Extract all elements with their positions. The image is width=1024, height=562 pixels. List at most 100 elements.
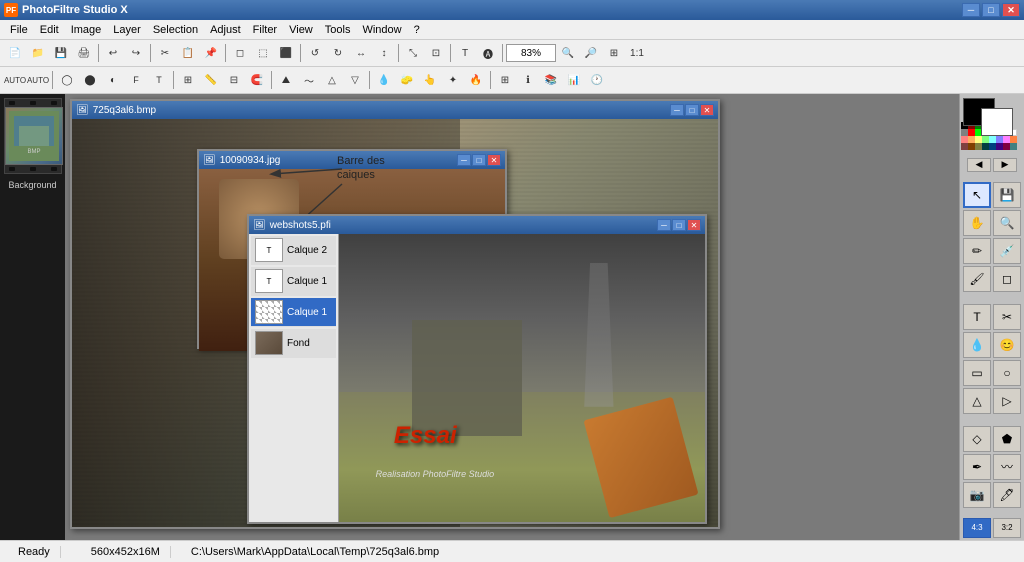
tb-select-all[interactable]: ◻ (229, 42, 251, 64)
menu-edit[interactable]: Edit (34, 22, 65, 38)
tb-fit[interactable]: ⊞ (603, 42, 625, 64)
tb-triangle[interactable]: △ (321, 69, 343, 91)
menu-help[interactable]: ? (408, 22, 426, 38)
tool-eraser[interactable]: ◻ (993, 266, 1021, 292)
pd1[interactable] (961, 143, 968, 150)
tb-paste[interactable]: 📌 (200, 42, 222, 64)
tb-ruler[interactable]: 📏 (200, 69, 222, 91)
tb-zoom-out[interactable]: 🔍 (557, 42, 579, 64)
layer-item-calque1b[interactable]: Calque 1 (251, 298, 336, 327)
tool-camera[interactable]: 📷 (963, 482, 991, 508)
menu-adjust[interactable]: Adjust (204, 22, 247, 38)
tb-resize[interactable]: ⤡ (402, 42, 424, 64)
tb-rotate-left[interactable]: ↺ (304, 42, 326, 64)
tb-burn[interactable]: 🔥 (465, 69, 487, 91)
tb-new[interactable]: 📄 (4, 42, 26, 64)
tb-undo[interactable]: ↩ (102, 42, 124, 64)
maximize-button[interactable]: □ (982, 3, 1000, 17)
main-win-minimize[interactable]: ─ (670, 104, 684, 116)
pc7[interactable] (1003, 136, 1010, 143)
pd7[interactable] (1003, 143, 1010, 150)
tool-rect[interactable]: ▭ (963, 360, 991, 386)
tool-pencil[interactable]: ✏ (963, 238, 991, 264)
main-image-window[interactable]: 🖼 725q3al6.bmp ─ □ ✕ (70, 99, 720, 529)
tb-info[interactable]: ℹ (517, 69, 539, 91)
menu-image[interactable]: Image (65, 22, 108, 38)
pc1[interactable] (961, 136, 968, 143)
close-button[interactable]: ✕ (1002, 3, 1020, 17)
tool-stamp[interactable]: 🖊 (993, 482, 1021, 508)
tool-pipette[interactable]: 💉 (993, 238, 1021, 264)
tb-sharpen[interactable]: ✦ (442, 69, 464, 91)
tb-mountain[interactable]: ⛰ (275, 69, 297, 91)
menu-filter[interactable]: Filter (247, 22, 283, 38)
palette-scroll-right[interactable]: ▶ (993, 158, 1017, 172)
jpg-win-minimize[interactable]: ─ (457, 154, 471, 166)
tb-down-tri[interactable]: ▽ (344, 69, 366, 91)
tool-triangle[interactable]: △ (963, 388, 991, 414)
pfi-win-minimize[interactable]: ─ (657, 219, 671, 231)
tb-drop[interactable]: 💧 (373, 69, 395, 91)
color-gray[interactable] (961, 129, 968, 136)
tool-save[interactable]: 💾 (993, 182, 1021, 208)
tb-print[interactable]: 🖨 (73, 42, 95, 64)
tb-auto2[interactable]: AUTO (27, 69, 49, 91)
tb-open[interactable]: 📁 (27, 42, 49, 64)
tb-f2[interactable]: T (148, 69, 170, 91)
tool-ratio-43[interactable]: 4:3 (963, 518, 991, 538)
tool-text[interactable]: T (963, 304, 991, 330)
tb-opacity[interactable]: ◐ (102, 69, 124, 91)
menu-tools[interactable]: Tools (319, 22, 357, 38)
tb-brush-shape[interactable]: ⬤ (79, 69, 101, 91)
tool-ratio-32[interactable]: 3:2 (993, 518, 1021, 538)
pc5[interactable] (989, 136, 996, 143)
tb-flip-h[interactable]: ↔ (350, 42, 372, 64)
tb-history[interactable]: 🕐 (586, 69, 608, 91)
menu-window[interactable]: Window (356, 22, 407, 38)
tb-guides[interactable]: ⊟ (223, 69, 245, 91)
pc4[interactable] (982, 136, 989, 143)
tb-fill[interactable]: 🅐 (477, 42, 499, 64)
tool-brush[interactable]: 🖌 (963, 266, 991, 292)
menu-file[interactable]: File (4, 22, 34, 38)
pfi-win-close[interactable]: ✕ (687, 219, 701, 231)
tb-layers[interactable]: 📚 (540, 69, 562, 91)
pfi-win-maximize[interactable]: □ (672, 219, 686, 231)
tool-lasso[interactable]: 〰 (993, 454, 1021, 480)
tool-zoom[interactable]: 🔍 (993, 210, 1021, 236)
tb-actual[interactable]: 1:1 (626, 42, 648, 64)
tb-snap[interactable]: 🧲 (246, 69, 268, 91)
tb-deselect[interactable]: ⬚ (252, 42, 274, 64)
menu-view[interactable]: View (283, 22, 319, 38)
main-win-close[interactable]: ✕ (700, 104, 714, 116)
pc6[interactable] (996, 136, 1003, 143)
pd5[interactable] (989, 143, 996, 150)
tool-hand[interactable]: ✋ (963, 210, 991, 236)
pc2[interactable] (968, 136, 975, 143)
pc8[interactable] (1010, 136, 1017, 143)
pd6[interactable] (996, 143, 1003, 150)
tb-brush-size[interactable]: ◯ (56, 69, 78, 91)
pd2[interactable] (968, 143, 975, 150)
color-preview[interactable] (963, 98, 1021, 101)
tb-text[interactable]: T (454, 42, 476, 64)
tb-redo[interactable]: ↪ (125, 42, 147, 64)
background-color[interactable] (981, 108, 1013, 136)
layer-item-fond[interactable]: Fond (251, 329, 336, 358)
palette-scroll-left[interactable]: ◀ (967, 158, 991, 172)
tb-cut[interactable]: ✂ (154, 42, 176, 64)
tool-scissors[interactable]: ✂ (993, 304, 1021, 330)
film-frame-1[interactable]: BMP (4, 98, 62, 174)
pc3[interactable] (975, 136, 982, 143)
jpg-win-maximize[interactable]: □ (472, 154, 486, 166)
tb-grid[interactable]: ⊞ (177, 69, 199, 91)
tb-sponge[interactable]: 🧽 (396, 69, 418, 91)
tb-save[interactable]: 💾 (50, 42, 72, 64)
tool-pen[interactable]: ✒ (963, 454, 991, 480)
tb-pattern[interactable]: ⊞ (494, 69, 516, 91)
menu-layer[interactable]: Layer (107, 22, 147, 38)
minimize-button[interactable]: ─ (962, 3, 980, 17)
tb-channels[interactable]: 📊 (563, 69, 585, 91)
tb-smudge[interactable]: 👆 (419, 69, 441, 91)
tb-f1[interactable]: F (125, 69, 147, 91)
